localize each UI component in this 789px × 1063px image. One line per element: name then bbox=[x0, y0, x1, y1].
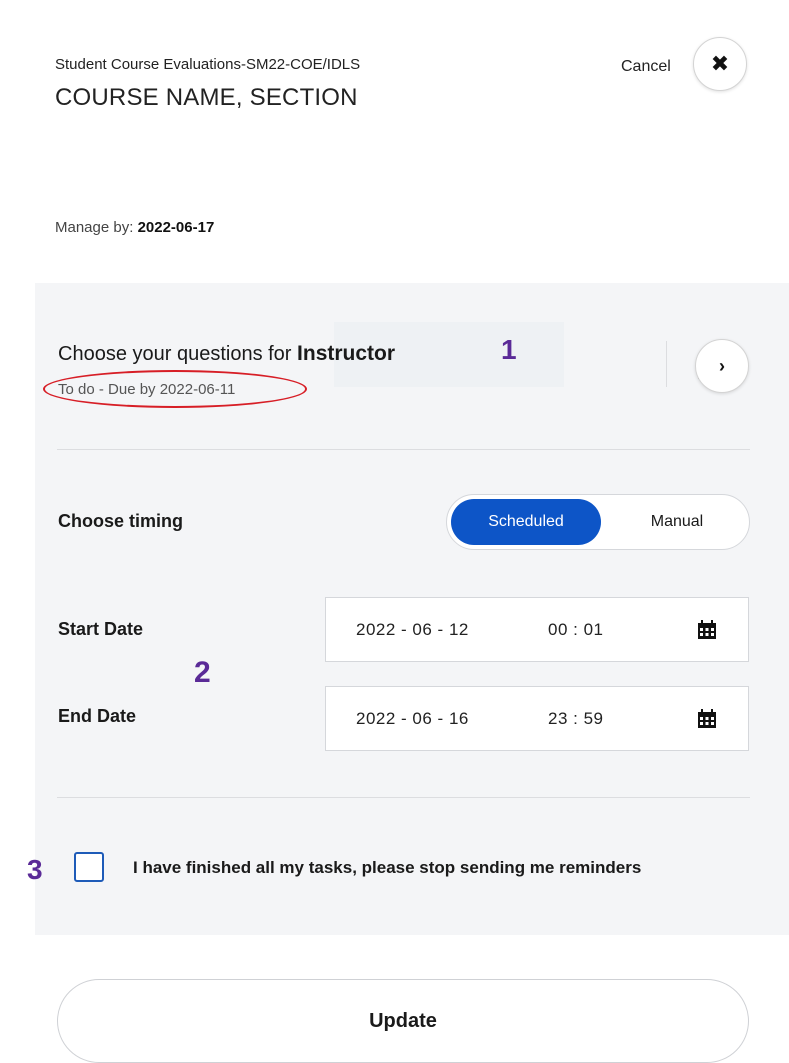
highlight-oval bbox=[43, 370, 307, 408]
divider bbox=[666, 341, 667, 387]
close-button[interactable]: ✖ bbox=[693, 37, 747, 91]
cancel-link[interactable]: Cancel bbox=[621, 58, 671, 76]
calendar-icon[interactable] bbox=[697, 620, 717, 640]
timing-toggle[interactable]: Scheduled Manual bbox=[446, 494, 750, 550]
section-divider bbox=[57, 449, 750, 450]
end-date-input[interactable]: 2022 - 06 - 16 23 : 59 bbox=[325, 686, 749, 751]
update-button[interactable]: Update bbox=[57, 979, 749, 1063]
chevron-right-icon: › bbox=[719, 356, 725, 376]
evaluation-subtitle: Student Course Evaluations-SM22-COE/IDLS bbox=[55, 56, 361, 73]
section-divider bbox=[57, 797, 750, 798]
annotation-2: 2 bbox=[194, 656, 211, 689]
manage-by: Manage by: 2022-06-17 bbox=[55, 219, 214, 236]
annotation-3: 3 bbox=[27, 854, 43, 885]
course-title: COURSE NAME, SECTION bbox=[55, 84, 358, 111]
manage-by-date: 2022-06-17 bbox=[137, 219, 215, 236]
questions-prefix: Choose your questions for bbox=[58, 343, 292, 365]
end-date-value: 2022 - 06 - 16 bbox=[356, 709, 469, 728]
manage-by-label: Manage by: bbox=[55, 219, 134, 236]
end-time-value: 23 : 59 bbox=[548, 709, 604, 728]
start-date-label: Start Date bbox=[58, 619, 144, 639]
questions-heading: Choose your questions for Instructor bbox=[58, 342, 395, 366]
calendar-icon[interactable] bbox=[697, 709, 717, 729]
close-icon: ✖ bbox=[710, 51, 730, 76]
timing-option-manual[interactable]: Manual bbox=[617, 499, 737, 545]
next-button[interactable]: › bbox=[695, 339, 749, 393]
timing-option-scheduled[interactable]: Scheduled bbox=[451, 499, 601, 545]
annotation-1: 1 bbox=[501, 334, 517, 365]
start-date-input[interactable]: 2022 - 06 - 12 00 : 01 bbox=[325, 597, 749, 662]
reminder-label: I have finished all my tasks, please sto… bbox=[133, 858, 642, 877]
questions-role: Instructor bbox=[297, 342, 396, 365]
start-time-value: 00 : 01 bbox=[548, 620, 604, 639]
reminder-checkbox[interactable] bbox=[74, 852, 104, 882]
timing-label: Choose timing bbox=[58, 511, 183, 531]
end-date-label: End Date bbox=[58, 706, 137, 726]
start-date-value: 2022 - 06 - 12 bbox=[356, 620, 469, 639]
